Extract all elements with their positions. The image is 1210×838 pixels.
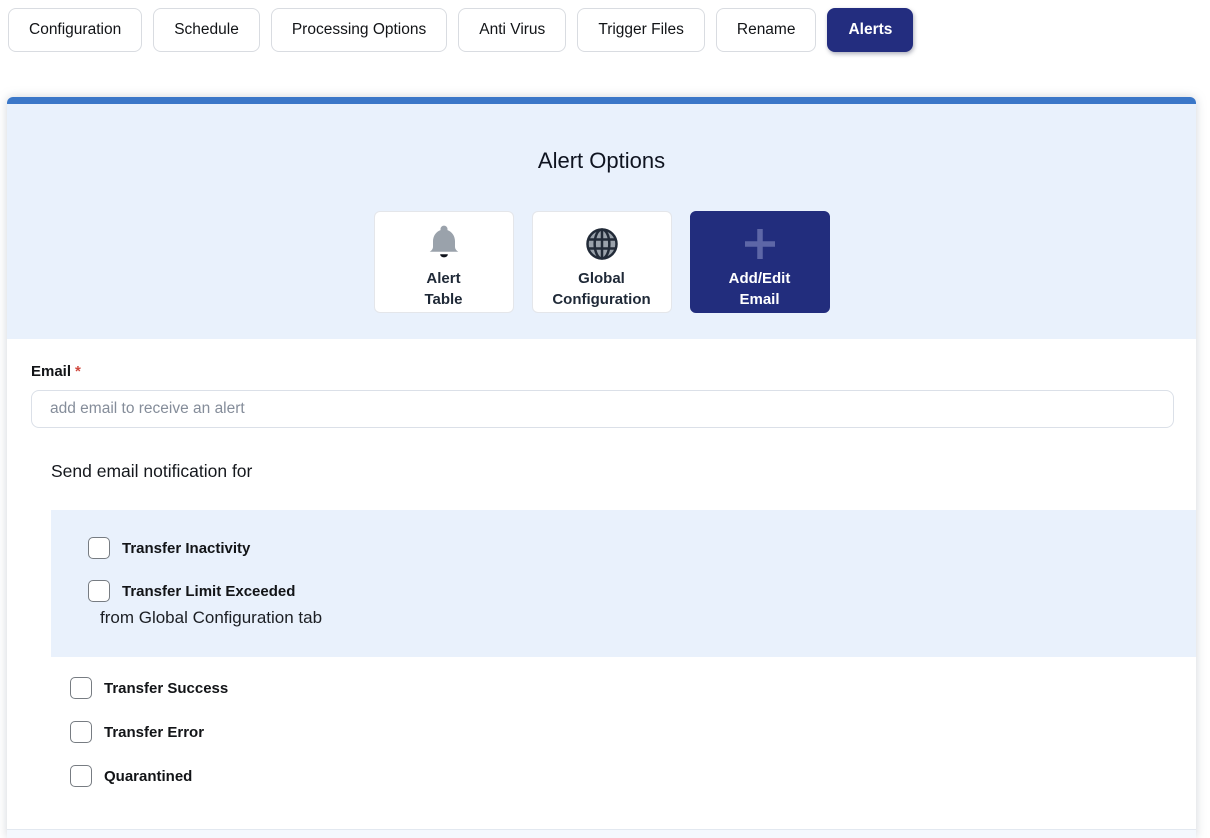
email-alert-form: Email* Send email notification for Trans… (7, 339, 1196, 829)
bell-icon (422, 220, 466, 268)
transfer-error-checkbox[interactable] (70, 721, 92, 743)
checkbox-label: Transfer Inactivity (122, 540, 250, 557)
quarantined-checkbox[interactable] (70, 765, 92, 787)
notification-section-label: Send email notification for (51, 461, 252, 482)
transfer-limit-exceeded-row: Transfer Limit Exceeded (88, 580, 295, 602)
globe-icon (582, 220, 622, 268)
checkbox-label: Transfer Success (104, 680, 228, 697)
footer-strip (7, 830, 1196, 838)
card-label-line1: Global (552, 268, 650, 289)
page-title: Alert Options (7, 148, 1196, 174)
card-label: Global Configuration (552, 268, 650, 310)
card-label: Add/Edit Email (729, 268, 791, 310)
alert-options-header: Alert Options Alert Table (7, 104, 1196, 339)
email-input[interactable] (31, 390, 1174, 428)
card-label-line2: Email (729, 289, 791, 310)
card-label-line1: Alert (424, 268, 462, 289)
alerts-panel: Alert Options Alert Table (7, 97, 1196, 838)
tab-schedule[interactable]: Schedule (153, 8, 260, 52)
required-asterisk: * (75, 363, 81, 380)
global-configuration-note: from Global Configuration tab (100, 608, 322, 628)
global-notification-box: Transfer Inactivity Transfer Limit Excee… (51, 510, 1196, 657)
checkbox-label: Quarantined (104, 768, 192, 785)
quarantined-row: Quarantined (70, 765, 192, 787)
tab-trigger-files[interactable]: Trigger Files (577, 8, 705, 52)
checkbox-label: Transfer Error (104, 724, 204, 741)
add-edit-email-card[interactable]: Add/Edit Email (690, 211, 830, 313)
tab-processing-options[interactable]: Processing Options (271, 8, 447, 52)
alert-mode-cards: Alert Table Global Config (7, 211, 1196, 313)
card-label: Alert Table (424, 268, 462, 310)
transfer-inactivity-checkbox[interactable] (88, 537, 110, 559)
checkbox-label: Transfer Limit Exceeded (122, 583, 295, 600)
tab-rename[interactable]: Rename (716, 8, 817, 52)
card-label-line2: Configuration (552, 289, 650, 310)
card-label-line2: Table (424, 289, 462, 310)
tab-alerts[interactable]: Alerts (827, 8, 913, 52)
alert-table-card[interactable]: Alert Table (374, 211, 514, 313)
transfer-success-checkbox[interactable] (70, 677, 92, 699)
tab-bar: Configuration Schedule Processing Option… (8, 8, 913, 52)
email-label-text: Email (31, 363, 71, 380)
transfer-limit-exceeded-checkbox[interactable] (88, 580, 110, 602)
card-label-line1: Add/Edit (729, 268, 791, 289)
plus-icon (738, 220, 782, 268)
transfer-success-row: Transfer Success (70, 677, 228, 699)
transfer-error-row: Transfer Error (70, 721, 204, 743)
panel-accent-bar (7, 97, 1196, 104)
email-field-label: Email* (31, 363, 81, 380)
global-configuration-card[interactable]: Global Configuration (532, 211, 672, 313)
tab-anti-virus[interactable]: Anti Virus (458, 8, 566, 52)
transfer-inactivity-row: Transfer Inactivity (88, 537, 250, 559)
tab-configuration[interactable]: Configuration (8, 8, 142, 52)
